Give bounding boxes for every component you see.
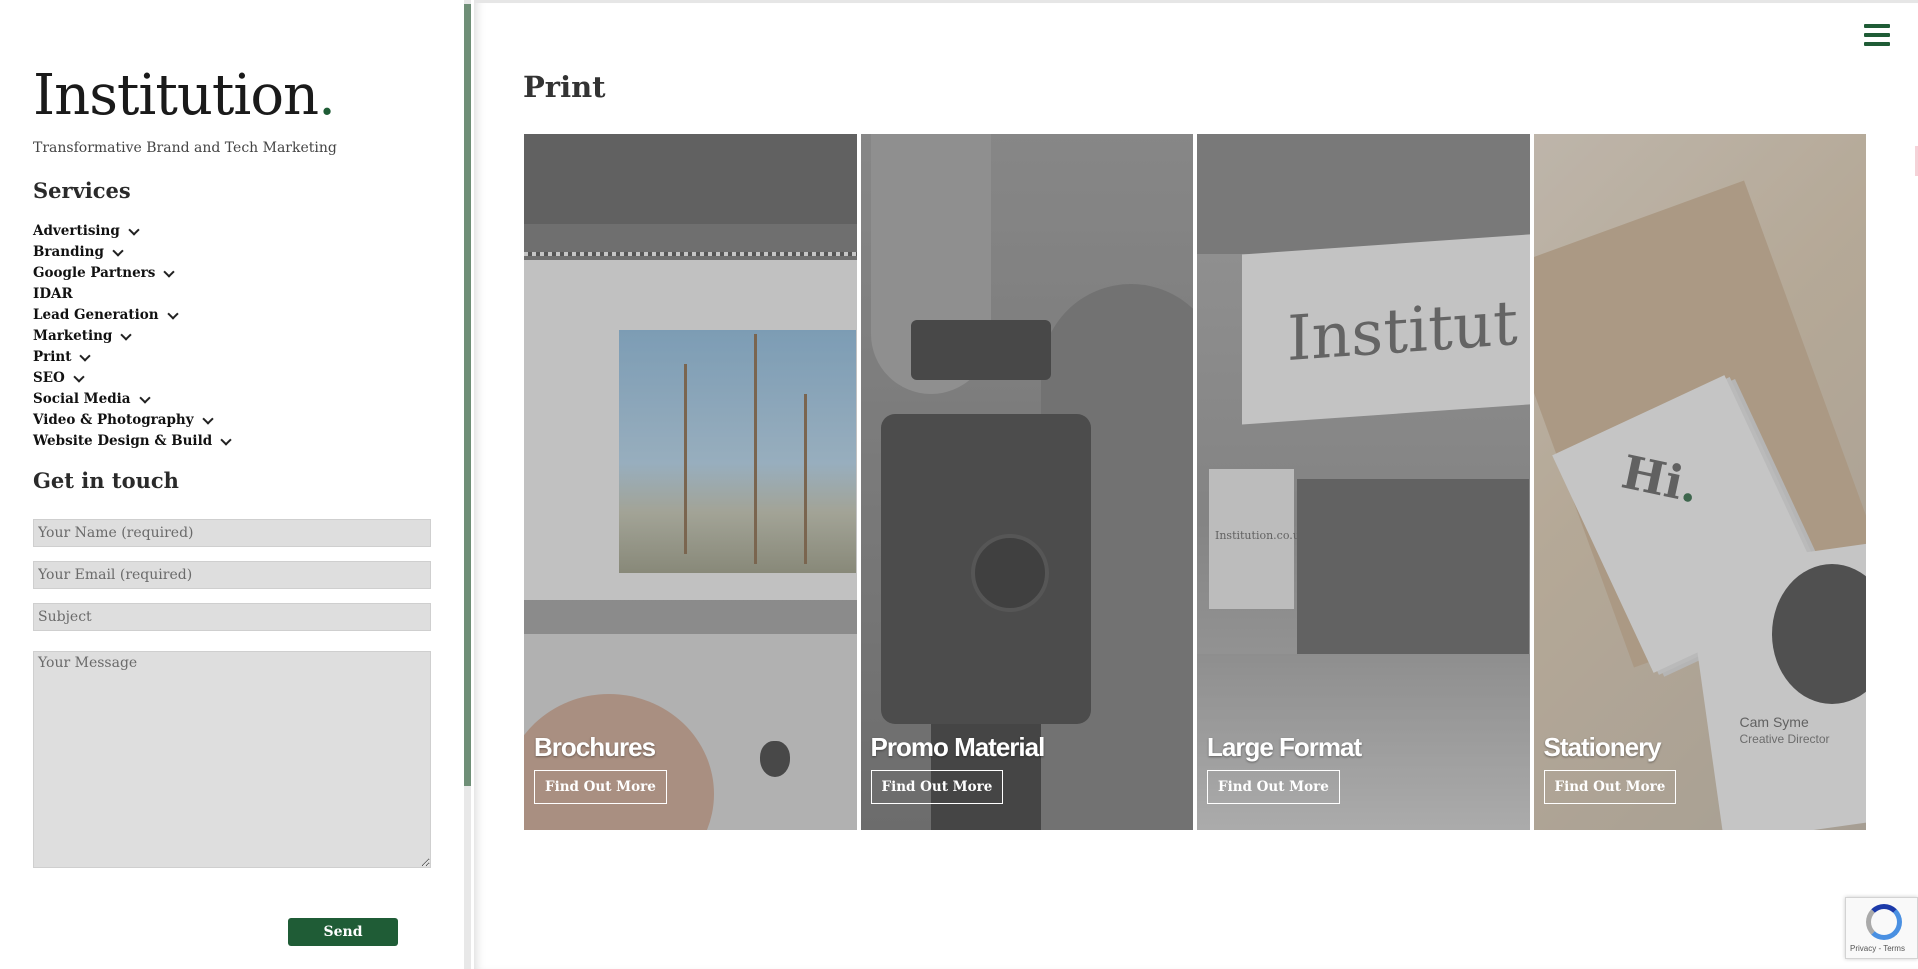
service-label: Social Media: [33, 391, 131, 407]
chevron-down-icon[interactable]: [201, 412, 214, 425]
service-item-marketing[interactable]: Marketing: [33, 326, 465, 347]
sidebar: Institution. Transformative Brand and Te…: [0, 0, 470, 969]
recaptcha-terms[interactable]: Privacy - Terms: [1850, 944, 1905, 953]
card-brochures[interactable]: Brochures Find Out More: [524, 134, 857, 830]
service-item-branding[interactable]: Branding: [33, 242, 465, 263]
brand-name: Institution: [33, 63, 319, 128]
service-item-social-media[interactable]: Social Media: [33, 389, 465, 410]
recaptcha-icon: [1866, 904, 1902, 940]
card-promo-material[interactable]: Promo Material Find Out More: [860, 134, 1193, 830]
service-item-advertising[interactable]: Advertising: [33, 221, 465, 242]
chevron-down-icon[interactable]: [120, 328, 133, 341]
chevron-down-icon[interactable]: [128, 223, 140, 236]
service-item-google-partners[interactable]: Google Partners: [33, 263, 465, 284]
service-item-idar[interactable]: IDAR: [33, 284, 465, 305]
card-stationery[interactable]: Hi. Cam Syme Creative Director Stationer…: [1533, 134, 1866, 830]
service-item-website-design[interactable]: Website Design & Build: [33, 431, 465, 452]
message-field[interactable]: [33, 651, 431, 868]
chevron-down-icon[interactable]: [73, 370, 85, 383]
send-button[interactable]: Send: [288, 918, 398, 946]
chevron-down-icon[interactable]: [138, 391, 151, 404]
service-label: Google Partners: [33, 265, 156, 281]
card-title: Stationery: [1543, 732, 1662, 762]
chevron-down-icon[interactable]: [220, 433, 232, 446]
top-divider: [474, 0, 1918, 3]
service-label: Website Design & Build: [33, 433, 213, 449]
chevron-down-icon[interactable]: [112, 244, 124, 257]
email-field[interactable]: [33, 561, 431, 589]
name-field[interactable]: [33, 519, 431, 547]
service-item-lead-generation[interactable]: Lead Generation: [33, 305, 465, 326]
card-title: Promo Material: [870, 732, 1046, 762]
service-label: Advertising: [33, 223, 120, 239]
chevron-down-icon[interactable]: [166, 307, 179, 320]
contact-form: [33, 519, 465, 868]
card-title: Large Format: [1207, 732, 1362, 762]
hamburger-menu-icon[interactable]: [1864, 24, 1890, 46]
service-label: IDAR: [33, 286, 73, 302]
brand-dot: .: [318, 63, 336, 128]
services-menu: Advertising Branding Google Partners IDA…: [33, 221, 465, 452]
sidebar-scrollbar-thumb[interactable]: [464, 4, 471, 786]
services-heading: Services: [33, 178, 131, 203]
service-label: Print: [33, 349, 72, 365]
chevron-down-icon[interactable]: [79, 349, 92, 362]
service-label: Video & Photography: [33, 412, 194, 428]
tagline: Transformative Brand and Tech Marketing: [33, 140, 337, 156]
card-title: Brochures: [534, 732, 656, 762]
sidebar-scrollbar[interactable]: [464, 0, 471, 969]
page-title: Print: [523, 70, 606, 104]
chevron-down-icon[interactable]: [163, 265, 176, 278]
recaptcha-badge[interactable]: Privacy - Terms: [1845, 897, 1918, 959]
site-logo[interactable]: Institution.: [33, 64, 465, 128]
print-cards: Brochures Find Out More Promo Material F…: [524, 134, 1866, 830]
service-label: Lead Generation: [33, 307, 159, 323]
contact-heading: Get in touch: [33, 468, 179, 493]
subject-field[interactable]: [33, 603, 431, 631]
service-label: Branding: [33, 244, 104, 260]
service-label: Marketing: [33, 328, 113, 344]
find-out-more-button[interactable]: Find Out More: [870, 770, 1004, 804]
find-out-more-button[interactable]: Find Out More: [1543, 770, 1677, 804]
service-item-print[interactable]: Print: [33, 347, 465, 368]
service-item-seo[interactable]: SEO: [33, 368, 465, 389]
find-out-more-button[interactable]: Find Out More: [1207, 770, 1340, 804]
find-out-more-button[interactable]: Find Out More: [534, 770, 667, 804]
card-large-format[interactable]: Institut Institution.co.uk Large Format …: [1197, 134, 1530, 830]
main-content: Print Brochures Find Out More Promo Mate…: [474, 0, 1918, 969]
service-item-video-photography[interactable]: Video & Photography: [33, 410, 465, 431]
service-label: SEO: [33, 370, 65, 386]
